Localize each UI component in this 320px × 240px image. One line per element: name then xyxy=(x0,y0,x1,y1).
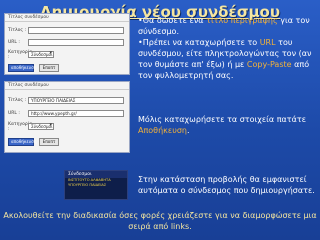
url-row: URL : xyxy=(8,38,124,47)
url-row: URL : http://www.ypepth.gr/ xyxy=(8,109,124,118)
category-row: Κατηγορία : Σύνδεσμοι xyxy=(8,49,54,60)
title-input[interactable]: ΥΠΟΥΡΓΕΙΟ ΠΑΙΔΕΙΑΣ xyxy=(28,97,124,104)
link-list-header: Σύνδεσμοι xyxy=(65,171,127,178)
title-label: Τίτλος : xyxy=(8,98,26,103)
url-input[interactable] xyxy=(28,39,124,46)
category-label: Κατηγορία : xyxy=(8,121,33,132)
link-form-filled: Τίτλος συνδέσμου Τίτλος : ΥΠΟΥΡΓΕΙΟ ΠΑΙΔ… xyxy=(4,81,130,153)
bullet-url: •Πρέπει να καταχωρήσετε το URL του συνδέ… xyxy=(138,38,312,80)
save-instruction: Μόλις καταχωρήσετε τα στοιχεία πατάτε Απ… xyxy=(138,115,307,135)
link-list-view: Σύνδεσμοι ΙΝΣΤΙΤΟΥΤΟ ΑΛΦΑΒΗΤΑ ΥΠΟΥΡΓΕΙΟ … xyxy=(64,170,128,200)
bullet-title: •Θα δώσετε ένα τίτλο περιγραφής για τον … xyxy=(138,16,310,36)
title-input[interactable] xyxy=(28,27,124,34)
back-button[interactable]: Εποπτ xyxy=(39,64,59,72)
title-row: Τίτλος : ΥΠΟΥΡΓΕΙΟ ΠΑΙΔΕΙΑΣ xyxy=(8,96,124,105)
link-form-empty: Τίτλος συνδέσμου Τίτλος : URL : Κατηγορί… xyxy=(4,13,130,75)
save-button[interactable]: αποθήκευση xyxy=(8,138,37,146)
url-label: URL : xyxy=(8,40,20,45)
save-button[interactable]: αποθήκευση xyxy=(8,64,37,72)
back-button[interactable]: Εποπτ xyxy=(39,138,59,146)
instructions-block: •Θα δώσετε ένα τίτλο περιγραφής για τον … xyxy=(138,15,318,81)
category-select[interactable]: Σύνδεσμοι xyxy=(28,123,54,130)
form-legend: Τίτλος συνδέσμου xyxy=(5,82,129,90)
category-select[interactable]: Σύνδεσμοι xyxy=(28,51,54,58)
category-label: Κατηγορία : xyxy=(8,49,33,60)
form-legend: Τίτλος συνδέσμου xyxy=(5,14,129,22)
footer-note: Ακολουθείτε την διαδικασία όσες φορές χρ… xyxy=(3,211,317,231)
title-row: Τίτλος : xyxy=(8,26,124,35)
link-item[interactable]: ΥΠΟΥΡΓΕΙΟ ΠΑΙΔΕΙΑΣ xyxy=(65,183,127,188)
url-input[interactable]: http://www.ypepth.gr/ xyxy=(28,110,124,117)
view-instruction: Στην κατάσταση προβολής θα εμφανιστεί αυ… xyxy=(138,175,315,195)
category-row: Κατηγορία : Σύνδεσμοι xyxy=(8,121,54,132)
url-label: URL : xyxy=(8,111,20,116)
title-label: Τίτλος : xyxy=(8,28,26,33)
